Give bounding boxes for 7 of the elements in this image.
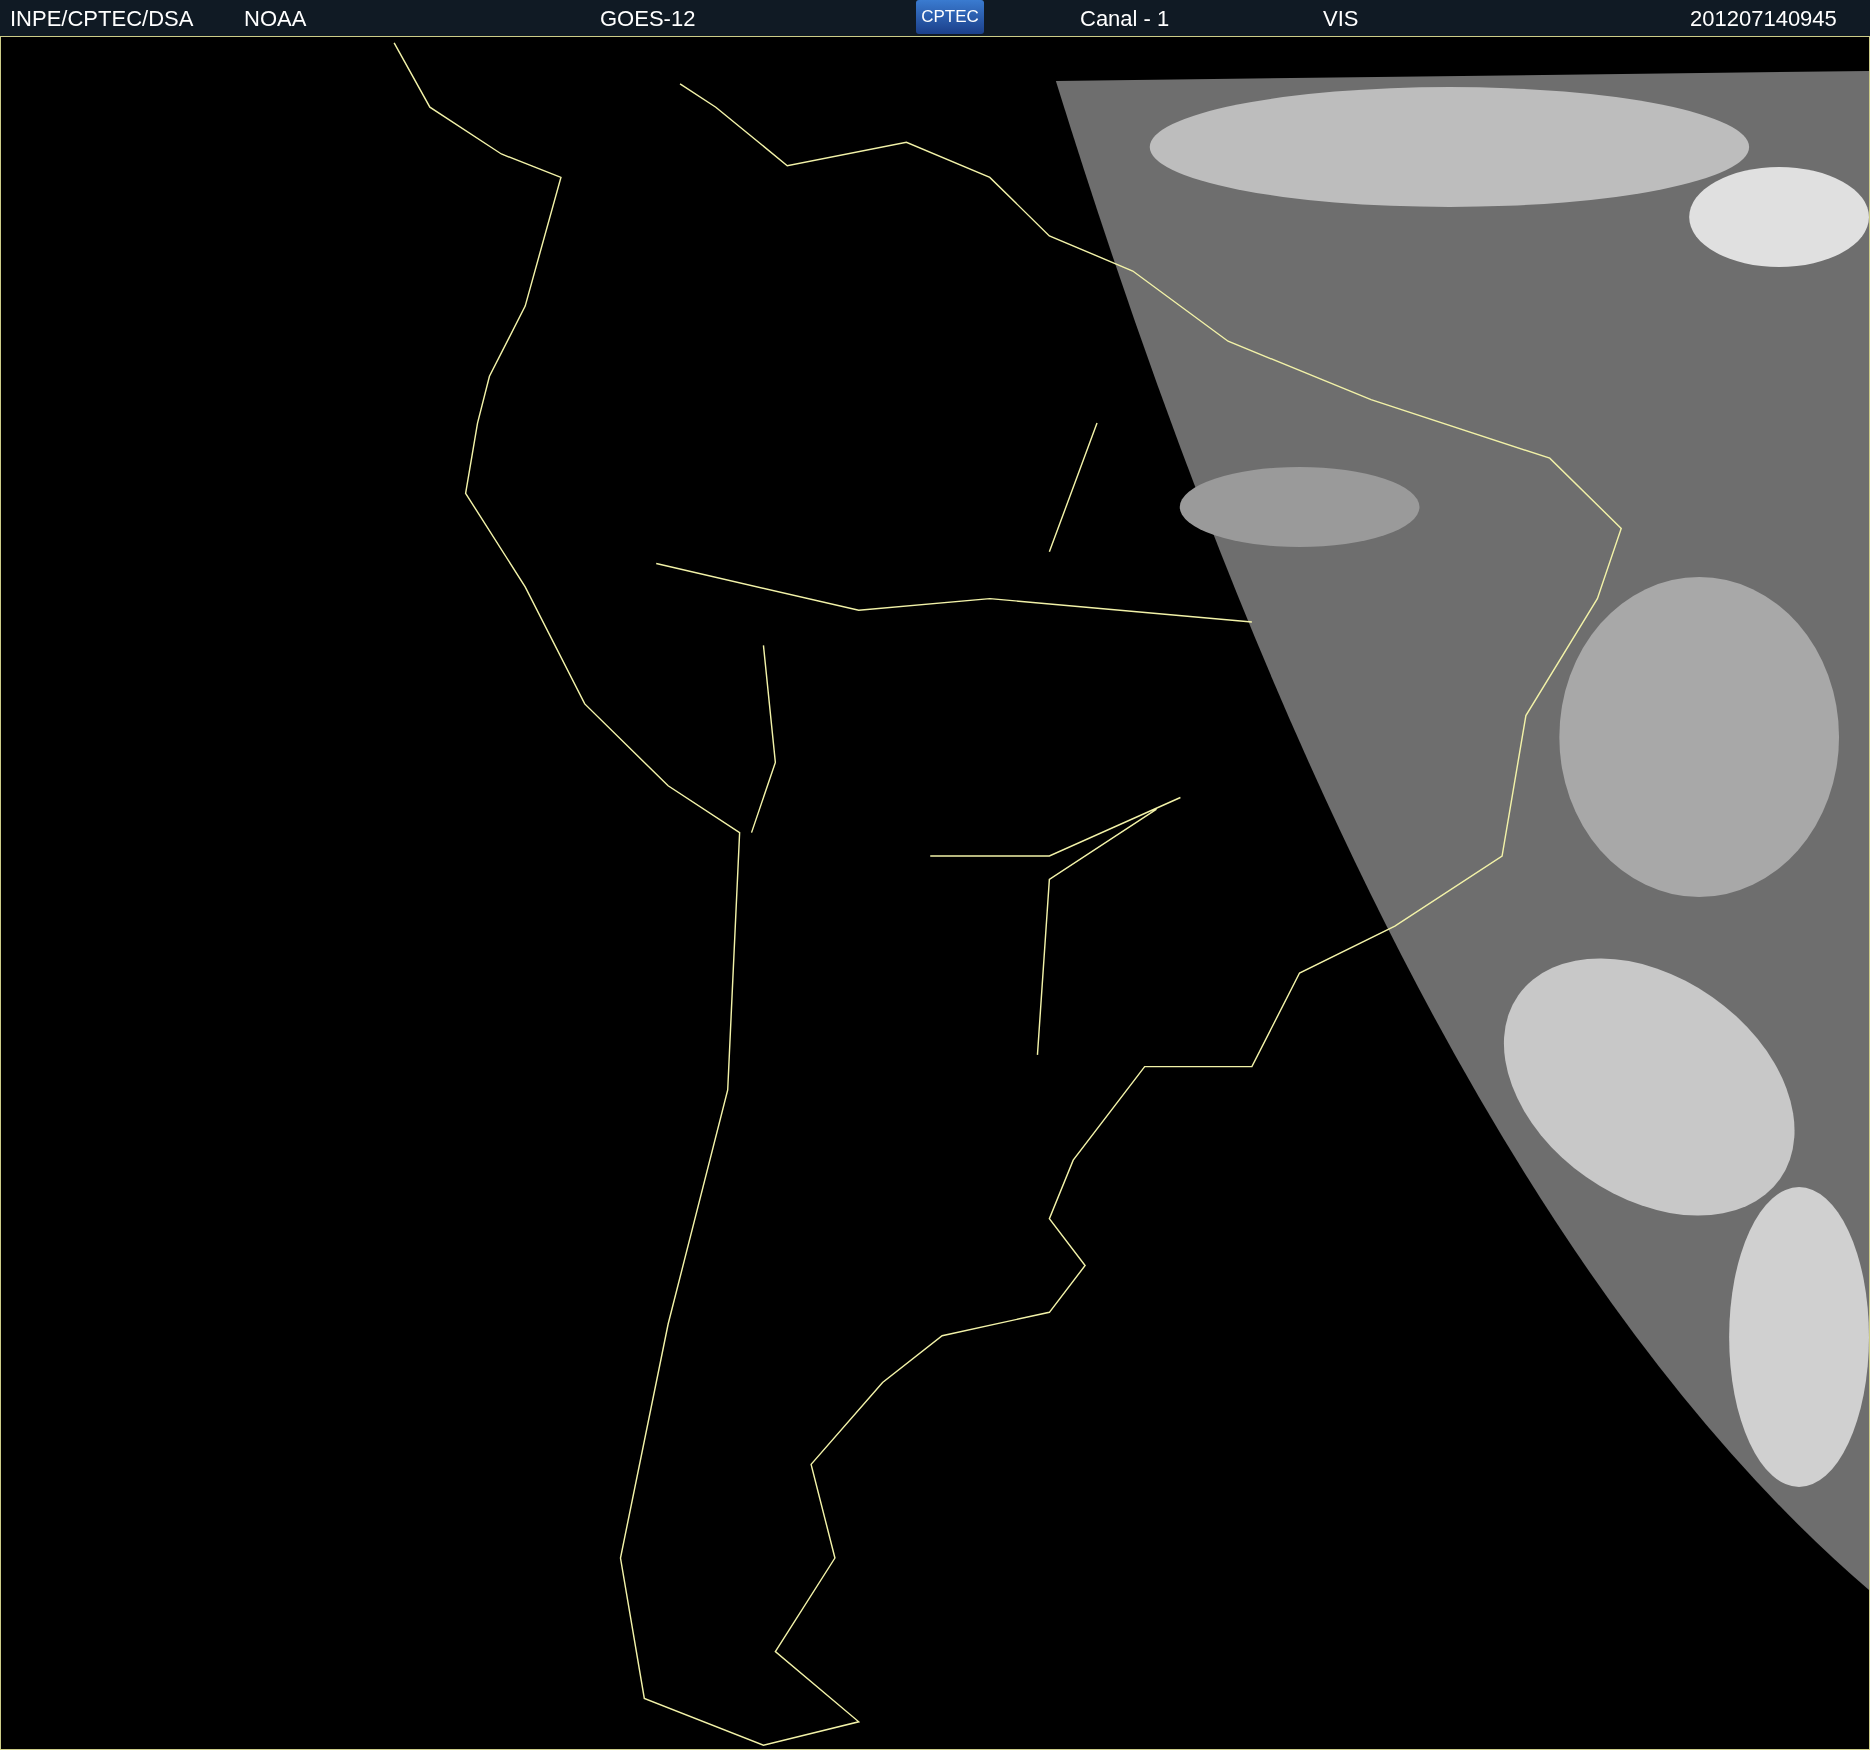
header-label: NOAA — [244, 6, 307, 32]
header-label: Canal - 1 — [1080, 6, 1170, 32]
header-label: 201207140945 — [1690, 6, 1837, 32]
header-label: GOES-12 — [600, 6, 696, 32]
logo: CPTEC — [916, 0, 984, 34]
header-label: VIS — [1323, 6, 1359, 32]
header-label: INPE/CPTEC/DSA — [10, 6, 194, 32]
